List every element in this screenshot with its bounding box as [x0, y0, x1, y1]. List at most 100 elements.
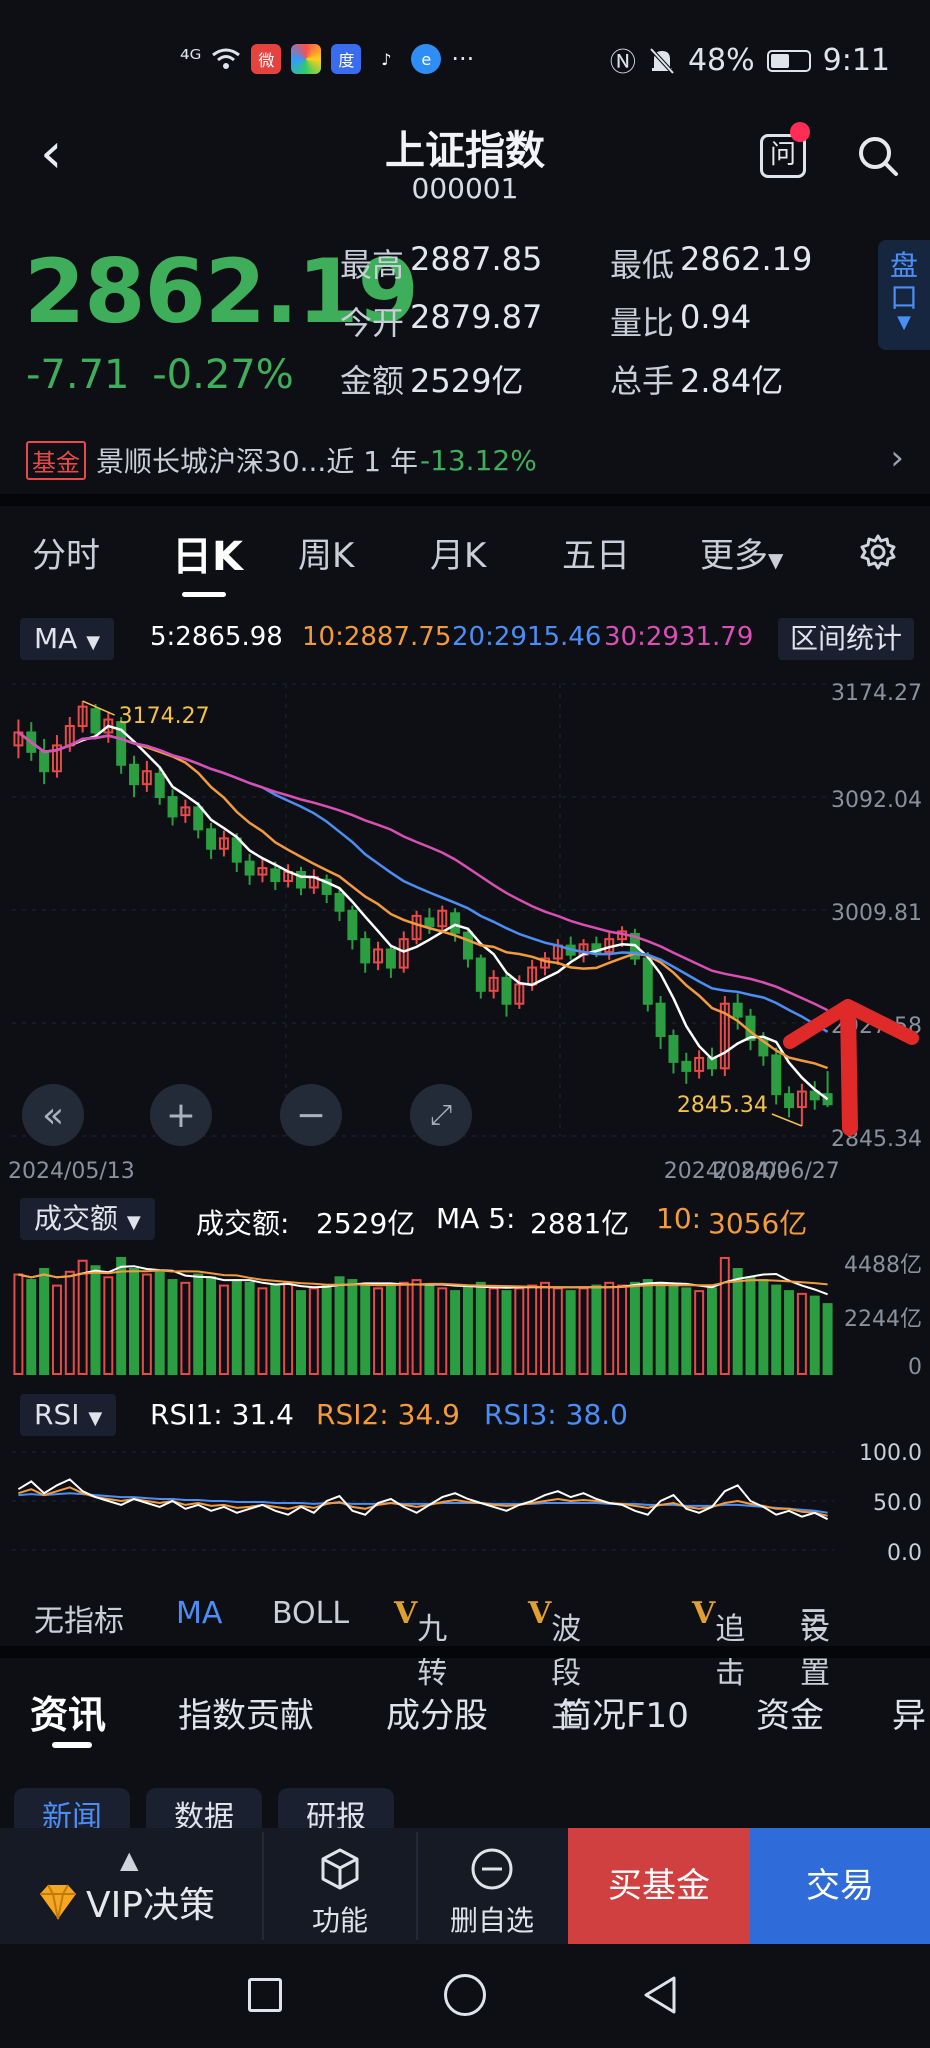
gear-icon[interactable]	[858, 532, 898, 572]
vip-decision-button[interactable]: VIP决策	[36, 1876, 215, 1928]
candle-body	[154, 772, 165, 799]
rsi3-value: RSI3: 38.0	[484, 1398, 628, 1431]
tab-abnormal[interactable]: 异	[892, 1688, 926, 1737]
price-axis-label: 3009.81	[831, 901, 922, 926]
tab-capital-flow[interactable]: 资金	[756, 1688, 824, 1737]
caret-down-icon: ▼	[126, 1212, 141, 1233]
ma5-line	[17, 724, 829, 1101]
functions-button[interactable]: 功能	[290, 1846, 390, 1939]
indicator-ma[interactable]: MA	[176, 1596, 222, 1631]
volume-bar	[462, 1284, 473, 1375]
volume-indicator-select[interactable]: 成交额 ▼	[20, 1198, 155, 1240]
back-nav-icon[interactable]	[640, 1974, 680, 2016]
rewind-button[interactable]: «	[22, 1084, 84, 1146]
stat-open: 今开 2879.87	[340, 298, 542, 344]
volume-axis-label: 0	[908, 1355, 922, 1380]
volume-bar	[308, 1287, 319, 1376]
stat-high-value: 2887.85	[410, 240, 543, 278]
candle-body	[347, 909, 358, 941]
info-tabs: 资讯 指数贡献 成分股 简况F10 资金 异	[0, 1666, 930, 1756]
indicator-nine-turn[interactable]: V 九转	[394, 1596, 447, 1691]
tab-index-contribution[interactable]: 指数贡献	[178, 1688, 314, 1737]
remove-watchlist-button[interactable]: 删自选	[434, 1846, 550, 1939]
range-stats-button[interactable]: 区间统计	[777, 618, 914, 660]
candle-body	[244, 860, 255, 876]
caret-up-icon[interactable]: ▲	[120, 1846, 138, 1874]
fullscreen-button[interactable]: ⤢	[410, 1084, 472, 1146]
zoom-out-button[interactable]: −	[280, 1084, 342, 1146]
tab-five-day[interactable]: 五日	[562, 528, 630, 577]
ma-indicator-select[interactable]: MA ▼	[20, 618, 115, 660]
candles	[13, 701, 833, 1126]
volume-bar	[694, 1290, 705, 1376]
active-info-tab-indicator	[52, 1742, 92, 1748]
volume-bar	[283, 1281, 294, 1375]
fund-text: 景顺长城沪深30...近 1 年	[96, 445, 418, 478]
v-badge-icon: V	[394, 1596, 418, 1631]
weibo-icon: 微	[251, 44, 282, 74]
volume-bar	[244, 1281, 255, 1375]
tab-news-feed[interactable]: 资讯	[30, 1684, 106, 1739]
battery-icon	[766, 49, 811, 72]
volume-bar	[475, 1281, 486, 1375]
volume-bar	[347, 1279, 358, 1375]
zoom-in-button[interactable]: +	[150, 1084, 212, 1146]
low-marker-label: 2845.34	[677, 1093, 768, 1118]
volume-bar	[373, 1287, 384, 1376]
status-bar: ⁴ᴳ 微 度 ♪ e ··· Ⓝ 48% 9:11	[0, 0, 930, 110]
volume-bar	[167, 1279, 178, 1375]
volume-bar	[707, 1287, 717, 1376]
candle-body	[334, 892, 345, 912]
volume-bar	[565, 1290, 576, 1376]
recent-apps-icon[interactable]	[248, 1978, 282, 2012]
buy-fund-button[interactable]: 买基金	[568, 1828, 750, 1944]
volume-chart: 4488亿 2244亿 0	[13, 1253, 922, 1380]
clock: 9:11	[822, 43, 890, 78]
volume-bar	[334, 1276, 345, 1375]
rsi-indicator-select[interactable]: RSI ▼	[20, 1394, 117, 1436]
chevron-right-icon[interactable]: ›	[890, 438, 904, 478]
tab-daily-k[interactable]: 日K	[172, 524, 243, 582]
fund-badge: 基金	[26, 440, 86, 480]
volume-axis-label: 4488亿	[844, 1253, 922, 1278]
tab-weekly-k[interactable]: 周K	[298, 528, 354, 577]
order-book-tab[interactable]: 盘口 ▼	[878, 240, 930, 350]
indicator-boll[interactable]: BOLL	[272, 1596, 349, 1631]
indicator-none[interactable]: 无指标	[34, 1596, 124, 1640]
ma-lines	[17, 724, 829, 1101]
search-icon[interactable]	[856, 134, 900, 178]
volume-bar	[822, 1303, 833, 1375]
home-icon[interactable]	[444, 1974, 486, 2016]
volume-bar	[732, 1268, 743, 1376]
indicator-chase[interactable]: V 追击	[692, 1596, 745, 1691]
active-tab-indicator	[182, 592, 226, 597]
battery-percent: 48%	[687, 43, 755, 78]
tab-f10-profile[interactable]: 简况F10	[558, 1688, 689, 1737]
tab-intraday[interactable]: 分时	[32, 528, 100, 577]
rsi-axis: 100.0 50.0 0.0	[859, 1442, 922, 1566]
volume-bar	[796, 1292, 807, 1375]
candle-body	[193, 806, 204, 831]
tab-constituents[interactable]: 成分股	[386, 1688, 488, 1737]
candle-body	[90, 708, 101, 734]
functions-label: 功能	[311, 1904, 368, 1937]
tab-more[interactable]: 更多▼	[700, 528, 783, 577]
volume-bar	[193, 1273, 204, 1375]
ma-legend: MA ▼ 5:2865.98 10:2887.75 20:2915.46 30:…	[0, 610, 930, 666]
divider	[262, 1832, 264, 1940]
change-percent: -0.27%	[152, 352, 294, 398]
stat-open-value: 2879.87	[410, 298, 543, 336]
date-axis-label: 2024/08/09	[664, 1159, 791, 1184]
volume-bar	[103, 1276, 114, 1375]
rsi1-value: RSI1: 31.4	[150, 1398, 294, 1431]
candle-body	[732, 1002, 743, 1018]
fund-promo-row[interactable]: 基金 景顺长城沪深30...近 1 年 -13.12%	[0, 432, 930, 488]
rsi2-value: RSI2: 34.9	[316, 1398, 460, 1431]
stat-amount-value: 2529亿	[410, 362, 524, 400]
tab-monthly-k[interactable]: 月K	[430, 528, 486, 577]
volume-bar	[77, 1259, 88, 1375]
indicator-band-king[interactable]: V 波段王	[528, 1596, 581, 1735]
trade-button[interactable]: 交易	[750, 1828, 930, 1944]
volume-bar	[758, 1279, 769, 1375]
stat-open-label: 今开	[340, 304, 405, 342]
